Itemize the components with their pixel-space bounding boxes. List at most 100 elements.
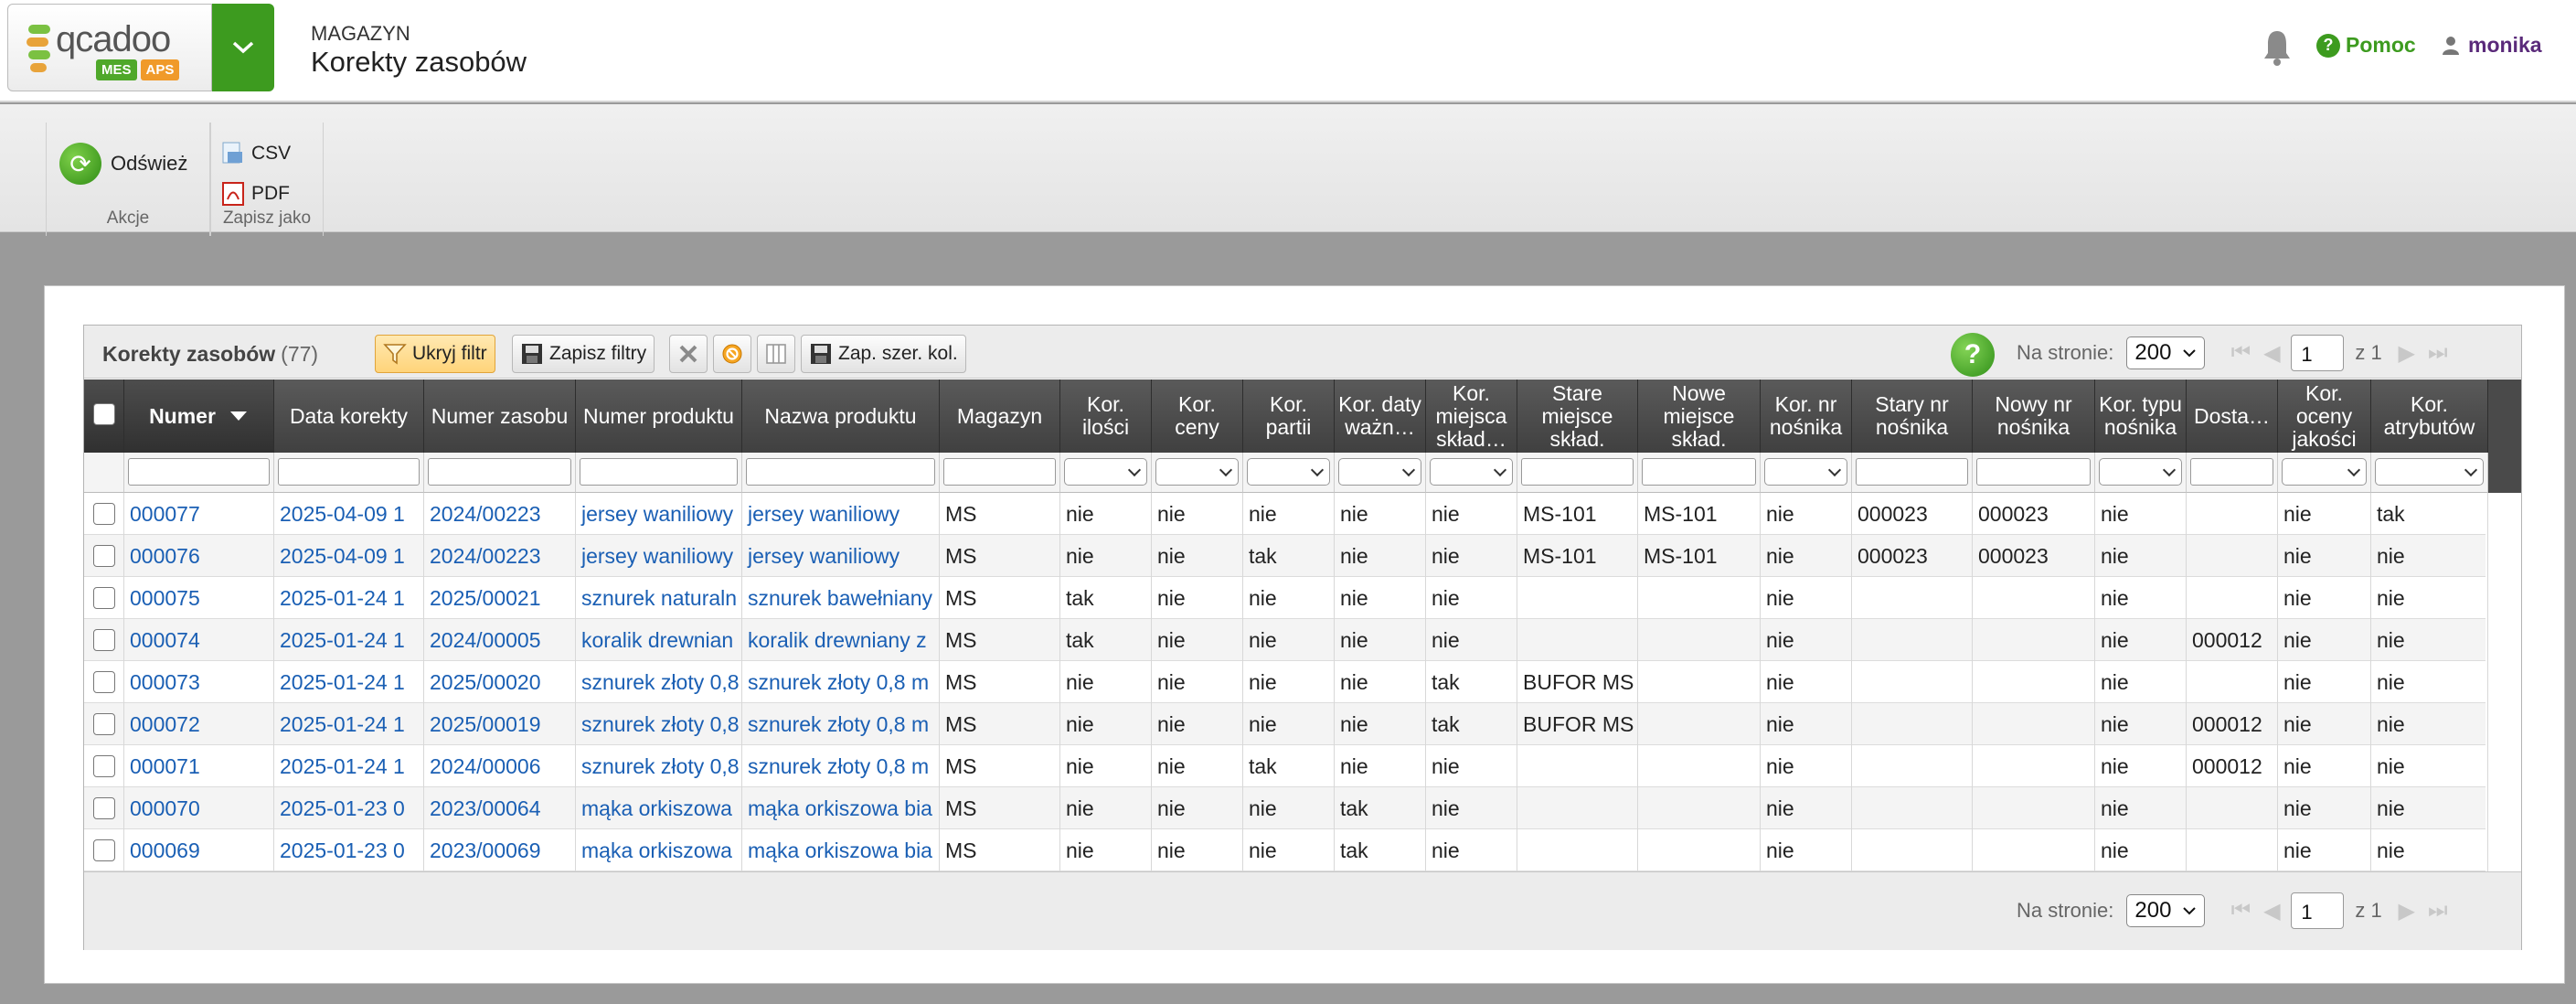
cell-product-name[interactable]: sznurek złoty 0,8 m xyxy=(742,661,940,703)
cell-product-number[interactable]: mąka orkiszowa xyxy=(576,787,742,829)
cell-product-number[interactable]: mąka orkiszowa xyxy=(576,829,742,871)
cell-product-name[interactable]: mąka orkiszowa bia xyxy=(742,787,940,829)
row-checkbox[interactable] xyxy=(93,755,115,777)
columns-button[interactable] xyxy=(757,335,795,373)
table-row[interactable]: 000069 2025-01-23 0 2023/00069 mąka orkiszo… xyxy=(84,829,2488,871)
qcadoo-logo[interactable]: qcadoo MES APS xyxy=(7,4,212,91)
select-all-checkbox[interactable] xyxy=(93,403,115,425)
grid-help-icon[interactable]: ? xyxy=(1951,333,1995,377)
previous-page-icon[interactable]: ◀ xyxy=(2256,898,2287,924)
cell-resource-number[interactable]: 2025/00021 xyxy=(424,577,576,619)
table-row[interactable]: 000071 2025-01-24 1 2024/00006 sznurek złot… xyxy=(84,745,2488,787)
filter-input-warehouse[interactable] xyxy=(943,458,1056,486)
column-header-new-location[interactable]: Nowe miejsce skład. xyxy=(1638,379,1761,453)
column-header-resource-number[interactable]: Numer zasobu xyxy=(424,379,576,453)
cell-number[interactable]: 000073 xyxy=(124,661,274,703)
user-menu[interactable]: monika xyxy=(2443,33,2542,58)
column-header-new-carrier[interactable]: Nowy nr nośnika xyxy=(1973,379,2095,453)
filter-select-batch-correction[interactable] xyxy=(1247,458,1330,486)
save-column-width-button[interactable]: Zap. szer. kol. xyxy=(801,335,966,373)
cell-product-number[interactable]: koralik drewnian xyxy=(576,619,742,661)
row-checkbox[interactable] xyxy=(93,587,115,609)
row-checkbox[interactable] xyxy=(93,797,115,819)
filter-select-quality-correction[interactable] xyxy=(2282,458,2367,486)
cell-product-name[interactable]: jersey waniliowy xyxy=(742,535,940,577)
filter-input-new-carrier[interactable] xyxy=(1976,458,2091,486)
cell-resource-number[interactable]: 2024/00005 xyxy=(424,619,576,661)
row-checkbox[interactable] xyxy=(93,503,115,525)
table-row[interactable]: 000070 2025-01-23 0 2023/00064 mąka orkiszo… xyxy=(84,787,2488,829)
cell-product-name[interactable]: sznurek złoty 0,8 m xyxy=(742,703,940,745)
column-header-delivery[interactable]: Dosta… xyxy=(2187,379,2278,453)
save-filters-button[interactable]: Zapisz filtry xyxy=(512,335,655,373)
cell-product-number[interactable]: jersey waniliowy xyxy=(576,493,742,535)
cell-correction-date[interactable]: 2025-01-24 1 xyxy=(274,745,424,787)
row-checkbox[interactable] xyxy=(93,839,115,861)
column-header-carrier-correction[interactable]: Kor. nr nośnika xyxy=(1761,379,1852,453)
cell-number[interactable]: 000071 xyxy=(124,745,274,787)
cell-product-name[interactable]: sznurek złoty 0,8 m xyxy=(742,745,940,787)
hide-filter-button[interactable]: Ukryj filtr xyxy=(375,335,495,373)
cell-resource-number[interactable]: 2025/00020 xyxy=(424,661,576,703)
table-row[interactable]: 000076 2025-04-09 1 2024/00223 jersey wanil… xyxy=(84,535,2488,577)
cell-number[interactable]: 000070 xyxy=(124,787,274,829)
filter-select-qty-correction[interactable] xyxy=(1064,458,1147,486)
cell-number[interactable]: 000076 xyxy=(124,535,274,577)
cell-product-number[interactable]: jersey waniliowy xyxy=(576,535,742,577)
last-page-icon[interactable]: ⏭ xyxy=(2422,340,2454,366)
cell-product-name[interactable]: sznurek bawełniany xyxy=(742,577,940,619)
export-csv-button[interactable]: CSV xyxy=(220,141,291,166)
cell-resource-number[interactable]: 2025/00019 xyxy=(424,703,576,745)
cell-correction-date[interactable]: 2025-04-09 1 xyxy=(274,493,424,535)
row-checkbox[interactable] xyxy=(93,671,115,693)
cell-number[interactable]: 000072 xyxy=(124,703,274,745)
cell-number[interactable]: 000077 xyxy=(124,493,274,535)
cell-product-name[interactable]: mąka orkiszowa bia xyxy=(742,829,940,871)
next-page-icon[interactable]: ▶ xyxy=(2391,898,2422,924)
cell-product-name[interactable]: jersey waniliowy xyxy=(742,493,940,535)
cell-correction-date[interactable]: 2025-04-09 1 xyxy=(274,535,424,577)
cell-correction-date[interactable]: 2025-01-24 1 xyxy=(274,703,424,745)
reset-button[interactable] xyxy=(713,335,751,373)
cell-resource-number[interactable]: 2024/00006 xyxy=(424,745,576,787)
cell-resource-number[interactable]: 2023/00069 xyxy=(424,829,576,871)
row-checkbox[interactable] xyxy=(93,545,115,567)
column-header-price-correction[interactable]: Kor. ceny xyxy=(1152,379,1243,453)
page-number-input[interactable]: 1 xyxy=(2291,892,2345,929)
column-header-old-location[interactable]: Stare miejsce skład. xyxy=(1517,379,1638,453)
filter-select-location-correction[interactable] xyxy=(1430,458,1513,486)
cell-correction-date[interactable]: 2025-01-23 0 xyxy=(274,829,424,871)
column-header-quality-correction[interactable]: Kor. oceny jakości xyxy=(2278,379,2371,453)
filter-input-number[interactable] xyxy=(128,458,270,486)
cell-product-number[interactable]: sznurek naturaln xyxy=(576,577,742,619)
bell-icon[interactable] xyxy=(2262,27,2293,68)
cell-correction-date[interactable]: 2025-01-24 1 xyxy=(274,577,424,619)
cell-product-number[interactable]: sznurek złoty 0,8 xyxy=(576,661,742,703)
column-header-attributes-correction[interactable]: Kor. atrybutów xyxy=(2371,379,2488,453)
cell-correction-date[interactable]: 2025-01-23 0 xyxy=(274,787,424,829)
filter-select-carrier-type-correction[interactable] xyxy=(2099,458,2182,486)
column-header-product-number[interactable]: Numer produktu xyxy=(576,379,742,453)
cell-product-name[interactable]: koralik drewniany z xyxy=(742,619,940,661)
column-header-carrier-type-correction[interactable]: Kor. typu nośnika xyxy=(2095,379,2187,453)
column-header-batch-correction[interactable]: Kor. partii xyxy=(1243,379,1335,453)
help-link[interactable]: ? Pomoc xyxy=(2316,33,2416,58)
per-page-select[interactable]: 200 xyxy=(2126,336,2206,369)
table-row[interactable]: 000074 2025-01-24 1 2024/00005 koralik drew… xyxy=(84,619,2488,661)
export-pdf-button[interactable]: PDF xyxy=(220,181,290,207)
column-header-expiry-correction[interactable]: Kor. daty ważn… xyxy=(1335,379,1426,453)
filter-input-resource-number[interactable] xyxy=(428,458,571,486)
clear-filters-button[interactable] xyxy=(669,335,708,373)
cell-number[interactable]: 000075 xyxy=(124,577,274,619)
column-header-old-carrier[interactable]: Stary nr nośnika xyxy=(1852,379,1973,453)
filter-input-product-number[interactable] xyxy=(580,458,738,486)
filter-input-old-carrier[interactable] xyxy=(1856,458,1968,486)
filter-select-attributes-correction[interactable] xyxy=(2375,458,2484,486)
table-row[interactable]: 000077 2025-04-09 1 2024/00223 jersey wanil… xyxy=(84,493,2488,535)
last-page-icon[interactable]: ⏭ xyxy=(2422,898,2454,924)
cell-product-number[interactable]: sznurek złoty 0,8 xyxy=(576,745,742,787)
previous-page-icon[interactable]: ◀ xyxy=(2256,340,2287,367)
cell-correction-date[interactable]: 2025-01-24 1 xyxy=(274,619,424,661)
cell-resource-number[interactable]: 2024/00223 xyxy=(424,535,576,577)
next-page-icon[interactable]: ▶ xyxy=(2391,340,2422,367)
